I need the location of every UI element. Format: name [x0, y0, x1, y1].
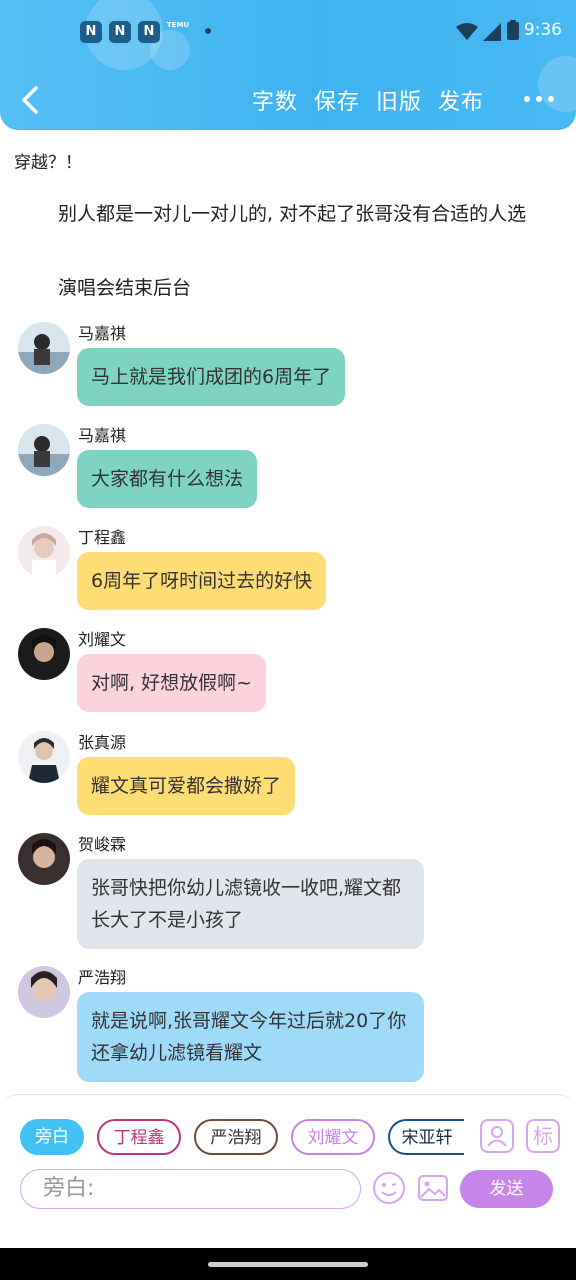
- message-bubble: 张哥快把你幼儿滤镜收一收吧,耀文都长大了不是小孩了: [77, 859, 424, 949]
- notification-dot-icon: [205, 28, 211, 34]
- message-bubble: 大家都有什么想法: [77, 450, 258, 508]
- avatar[interactable]: [18, 628, 70, 680]
- battery-icon: [507, 20, 519, 40]
- sender-name: 马嘉祺: [78, 426, 127, 445]
- status-bar: N N N TEMU 9:36: [0, 18, 576, 46]
- character-chip[interactable]: 刘耀文: [291, 1119, 375, 1155]
- avatar[interactable]: [18, 526, 70, 578]
- save-button[interactable]: 保存: [314, 84, 360, 116]
- system-nav-bar: [0, 1248, 576, 1280]
- character-chip[interactable]: 严浩翔: [194, 1119, 278, 1155]
- clock: 9:36: [523, 20, 562, 40]
- message-bubble: 马上就是我们成团的6周年了: [77, 348, 346, 406]
- image-icon[interactable]: [417, 1172, 449, 1204]
- avatar[interactable]: [18, 424, 70, 476]
- word-count-button[interactable]: 字数: [252, 84, 298, 116]
- compose-panel: 旁白 丁程鑫 严浩翔 刘耀文 宋亚轩 标 旁白: 发送: [0, 1094, 576, 1248]
- narration-paragraph: 演唱会结束后台: [58, 277, 192, 299]
- publish-button[interactable]: 发布: [438, 84, 484, 116]
- send-button[interactable]: 发送: [460, 1170, 553, 1208]
- message-input[interactable]: 旁白:: [20, 1169, 361, 1209]
- sender-name: 严浩翔: [78, 968, 127, 987]
- signal-icon: [483, 23, 501, 41]
- sender-name: 马嘉祺: [78, 324, 127, 343]
- toolbar-actions: 字数 保存 旧版 发布: [252, 84, 484, 116]
- avatar[interactable]: [18, 731, 70, 783]
- wifi-icon: [456, 23, 478, 40]
- notification-app-icon: N: [80, 21, 102, 43]
- home-gesture-bar[interactable]: [208, 1262, 368, 1267]
- narration-paragraph: 别人都是一对儿一对儿的, 对不起了张哥没有合适的人选: [58, 203, 527, 225]
- decor-circle: [538, 56, 576, 112]
- emoji-icon[interactable]: [372, 1171, 406, 1205]
- message-bubble: 耀文真可爱都会撒娇了: [77, 757, 296, 815]
- tag-button[interactable]: 标: [526, 1119, 560, 1153]
- sender-name: 张真源: [78, 733, 127, 752]
- character-chip[interactable]: 宋亚轩: [388, 1119, 464, 1155]
- back-arrow-icon[interactable]: [18, 84, 46, 116]
- sender-name: 刘耀文: [78, 630, 127, 649]
- message-bubble: 就是说啊,张哥耀文今年过后就20了你还拿幼儿滤镜看耀文: [77, 992, 424, 1082]
- character-chip-narrator[interactable]: 旁白: [20, 1119, 84, 1155]
- avatar[interactable]: [18, 322, 70, 374]
- avatar[interactable]: [18, 833, 70, 885]
- temu-icon: TEMU: [166, 21, 190, 29]
- sender-name: 丁程鑫: [78, 528, 127, 547]
- notification-app-icon: N: [109, 21, 131, 43]
- narration-text: 穿越？！: [14, 153, 82, 173]
- avatar[interactable]: [18, 966, 70, 1018]
- character-chip[interactable]: 丁程鑫: [97, 1119, 181, 1155]
- old-version-button[interactable]: 旧版: [376, 84, 422, 116]
- message-bubble: 对啊, 好想放假啊~: [77, 654, 266, 712]
- notification-app-icon: N: [138, 21, 160, 43]
- more-options-icon[interactable]: [524, 96, 554, 102]
- top-header: N N N TEMU 9:36 字数 保存 旧版 发布: [0, 0, 576, 130]
- sender-name: 贺峻霖: [78, 835, 127, 854]
- character-manage-icon[interactable]: [480, 1119, 514, 1153]
- message-bubble: 6周年了呀时间过去的好快: [77, 552, 327, 610]
